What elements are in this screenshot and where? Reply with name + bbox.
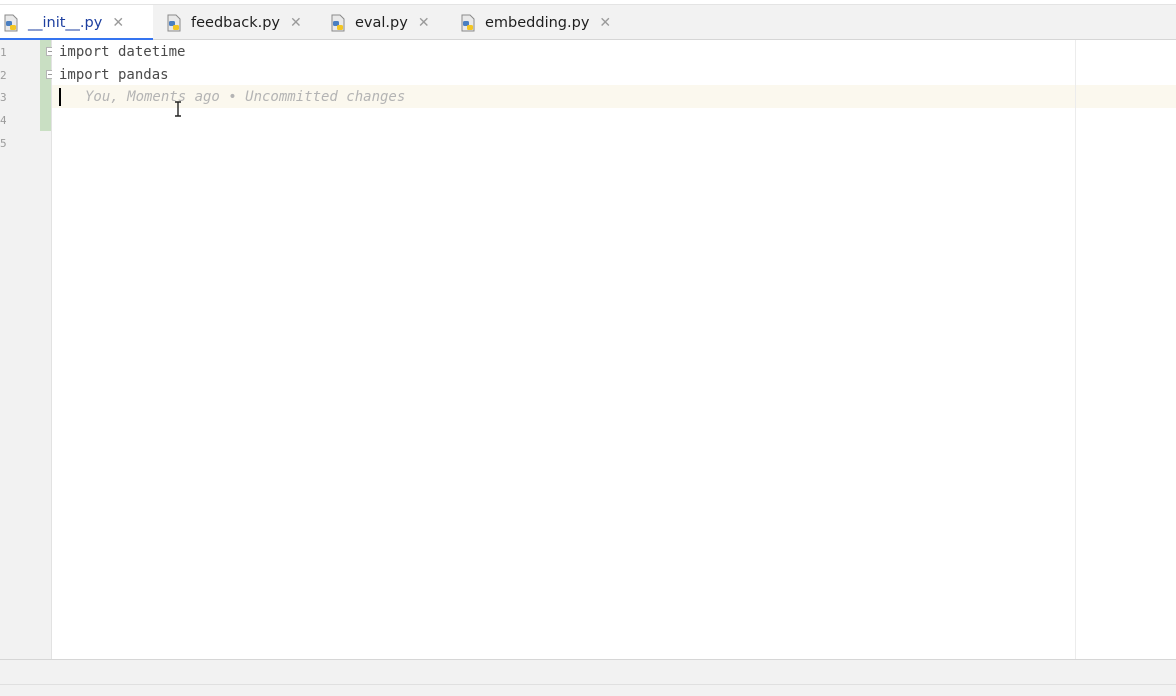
editor-tab-bar: __init__.py ✕ feedback.py ✕ eval.py ✕ em…: [0, 4, 1176, 41]
line-number: 2: [0, 69, 6, 82]
tab-label: embedding.py: [485, 14, 590, 31]
tab-init-py[interactable]: __init__.py ✕: [0, 5, 153, 41]
close-icon[interactable]: ✕: [599, 16, 611, 30]
close-icon[interactable]: ✕: [418, 16, 430, 30]
python-file-icon: [459, 14, 477, 32]
code-line-2: import pandas: [59, 67, 169, 83]
line-number: 1: [0, 46, 6, 59]
close-icon[interactable]: ✕: [112, 16, 124, 30]
tab-label: feedback.py: [191, 14, 281, 31]
tab-eval-py[interactable]: eval.py ✕: [329, 5, 444, 40]
close-icon[interactable]: ✕: [290, 16, 302, 30]
tab-label: __init__.py: [28, 14, 103, 31]
inline-blame-annotation: You, Moments ago • Uncommitted changes: [85, 89, 406, 105]
status-bar: [0, 659, 1176, 696]
tab-embedding-py[interactable]: embedding.py ✕: [459, 5, 629, 40]
tab-label: eval.py: [355, 14, 408, 31]
code-editor[interactable]: import datetime import pandas You, Momen…: [52, 40, 1176, 659]
line-number: 5: [0, 137, 6, 150]
line-number: 4: [0, 114, 6, 127]
status-bar-divider: [0, 684, 1176, 685]
text-caret: [59, 88, 61, 106]
line-number-gutter[interactable]: 1 2 3 4 5: [0, 40, 52, 659]
python-file-icon: [2, 14, 20, 32]
line-number: 3: [0, 91, 6, 104]
text-cursor-icon: [172, 101, 184, 117]
python-file-icon: [165, 14, 183, 32]
tab-feedback-py[interactable]: feedback.py ✕: [165, 5, 315, 40]
python-file-icon: [329, 14, 347, 32]
code-line-1: import datetime: [59, 44, 186, 60]
right-margin-guide: [1075, 40, 1076, 659]
